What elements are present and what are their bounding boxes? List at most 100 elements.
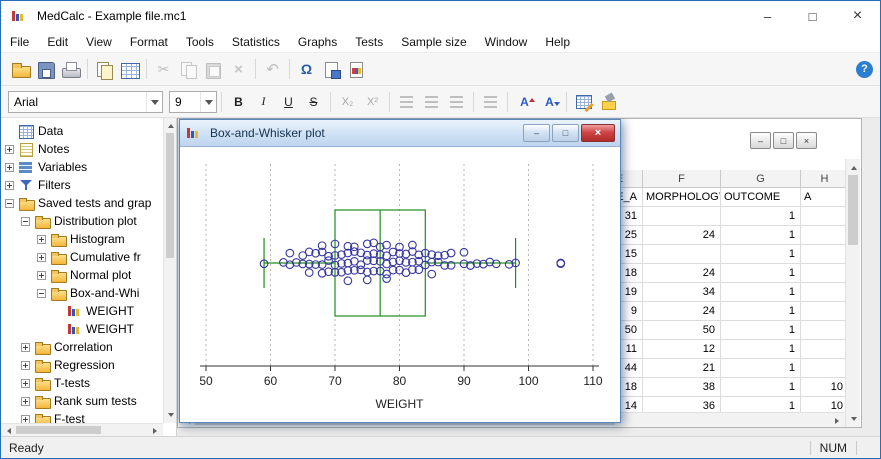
minimize-button[interactable]: –: [745, 1, 790, 31]
menu-item-graphs[interactable]: Graphs: [289, 32, 346, 52]
cell[interactable]: [801, 302, 849, 321]
cell[interactable]: 38: [643, 378, 721, 397]
scrollbar-thumb[interactable]: [16, 426, 101, 434]
bold-button[interactable]: B: [227, 91, 250, 113]
menu-item-tools[interactable]: Tools: [177, 32, 223, 52]
format-cells-button[interactable]: [572, 91, 595, 113]
scroll-down-icon[interactable]: [846, 413, 861, 427]
scroll-right-icon[interactable]: [831, 413, 845, 428]
cell[interactable]: 1: [721, 226, 801, 245]
tree-item-t-tests[interactable]: T-tests: [1, 374, 163, 392]
spreadsheet-close-button[interactable]: ×: [796, 132, 817, 149]
cell[interactable]: [801, 264, 849, 283]
menu-item-tests[interactable]: Tests: [346, 32, 392, 52]
align-left-button[interactable]: [395, 91, 418, 113]
expand-icon[interactable]: [37, 252, 46, 262]
expand-icon[interactable]: [21, 378, 30, 388]
column-header-f[interactable]: F: [643, 170, 721, 188]
menu-item-file[interactable]: File: [1, 32, 38, 52]
tree-item-weight[interactable]: WEIGHT: [1, 302, 163, 320]
scroll-up-icon[interactable]: [846, 159, 861, 173]
tree-item-normal-plot[interactable]: Normal plot: [1, 266, 163, 284]
boxplot-maximize-button[interactable]: □: [552, 124, 579, 142]
menu-item-edit[interactable]: Edit: [38, 32, 77, 52]
cell[interactable]: [801, 207, 849, 226]
chart-sheet-icon[interactable]: [344, 58, 369, 81]
header-cell[interactable]: A: [801, 188, 849, 207]
chevron-down-icon[interactable]: [146, 91, 162, 112]
cell[interactable]: 10: [801, 378, 849, 397]
expand-icon[interactable]: [21, 396, 30, 406]
menu-item-format[interactable]: Format: [121, 32, 177, 52]
copy-icon[interactable]: [176, 58, 201, 81]
cell[interactable]: 50: [643, 321, 721, 340]
collapse-icon[interactable]: [21, 216, 30, 226]
cell[interactable]: 1: [721, 340, 801, 359]
menu-item-statistics[interactable]: Statistics: [223, 32, 289, 52]
cell[interactable]: [643, 245, 721, 264]
tree-item-notes[interactable]: Notes: [1, 140, 163, 158]
close-button[interactable]: ×: [835, 1, 880, 31]
scrollbar-thumb[interactable]: [166, 133, 174, 258]
expand-icon[interactable]: [5, 144, 14, 154]
open-folder-icon[interactable]: [8, 58, 33, 81]
maximize-button[interactable]: □: [790, 1, 835, 31]
cell[interactable]: 1: [721, 359, 801, 378]
tree-item-histogram[interactable]: Histogram: [1, 230, 163, 248]
print-icon[interactable]: [58, 58, 83, 81]
boxplot-close-button[interactable]: ×: [581, 124, 615, 142]
font-increase-button[interactable]: A: [513, 91, 536, 113]
titlebar[interactable]: MedCalc - Example file.mc1 – □ ×: [1, 1, 880, 31]
tree-item-weight[interactable]: WEIGHT: [1, 320, 163, 338]
cell[interactable]: 24: [643, 226, 721, 245]
save-icon[interactable]: [33, 58, 58, 81]
expand-icon[interactable]: [21, 414, 30, 423]
tree-item-box-and-whi[interactable]: Box-and-Whi: [1, 284, 163, 302]
cell[interactable]: [801, 359, 849, 378]
boxplot-minimize-button[interactable]: –: [523, 124, 550, 142]
cell[interactable]: [643, 207, 721, 226]
cell[interactable]: [801, 340, 849, 359]
cell[interactable]: 1: [721, 378, 801, 397]
tree-item-rank-sum-tests[interactable]: Rank sum tests: [1, 392, 163, 410]
delete-icon[interactable]: ×: [226, 58, 251, 81]
tree-item-correlation[interactable]: Correlation: [1, 338, 163, 356]
scroll-down-icon[interactable]: [164, 410, 177, 423]
tree-item-data[interactable]: Data: [1, 122, 163, 140]
table-icon[interactable]: [117, 58, 142, 81]
cut-icon[interactable]: ✂: [151, 58, 176, 81]
cell[interactable]: 21: [643, 359, 721, 378]
expand-icon[interactable]: [21, 360, 30, 370]
tree-item-f-test[interactable]: F-test: [1, 410, 163, 423]
expand-icon[interactable]: [5, 162, 14, 172]
highlight-button[interactable]: [597, 91, 620, 113]
column-header-g[interactable]: G: [721, 170, 801, 188]
menu-item-sample-size[interactable]: Sample size: [392, 32, 475, 52]
cell[interactable]: 1: [721, 264, 801, 283]
spreadsheet-restore-button[interactable]: □: [773, 132, 794, 149]
tree-item-distribution-plot[interactable]: Distribution plot: [1, 212, 163, 230]
italic-button[interactable]: I: [252, 91, 275, 113]
sidebar-vertical-scrollbar[interactable]: [163, 118, 176, 423]
column-header-h[interactable]: H: [801, 170, 849, 188]
cell[interactable]: [801, 321, 849, 340]
cell[interactable]: 1: [721, 321, 801, 340]
menu-item-help[interactable]: Help: [536, 32, 579, 52]
list-button[interactable]: [479, 91, 502, 113]
font-name-select[interactable]: Arial: [8, 90, 163, 113]
cell[interactable]: 24: [643, 264, 721, 283]
header-cell[interactable]: MORPHOLOGY: [643, 188, 721, 207]
header-cell[interactable]: OUTCOME: [721, 188, 801, 207]
spreadsheet-minimize-button[interactable]: –: [750, 132, 771, 149]
scrollbar-thumb[interactable]: [848, 175, 858, 245]
font-decrease-button[interactable]: A: [538, 91, 561, 113]
tree-item-filters[interactable]: Filters: [1, 176, 163, 194]
menu-item-window[interactable]: Window: [476, 32, 537, 52]
cell[interactable]: 24: [643, 302, 721, 321]
expand-icon[interactable]: [5, 180, 14, 190]
menu-item-view[interactable]: View: [77, 32, 121, 52]
expand-icon[interactable]: [37, 270, 46, 280]
cell[interactable]: 34: [643, 283, 721, 302]
align-center-button[interactable]: [420, 91, 443, 113]
expand-icon[interactable]: [37, 234, 46, 244]
